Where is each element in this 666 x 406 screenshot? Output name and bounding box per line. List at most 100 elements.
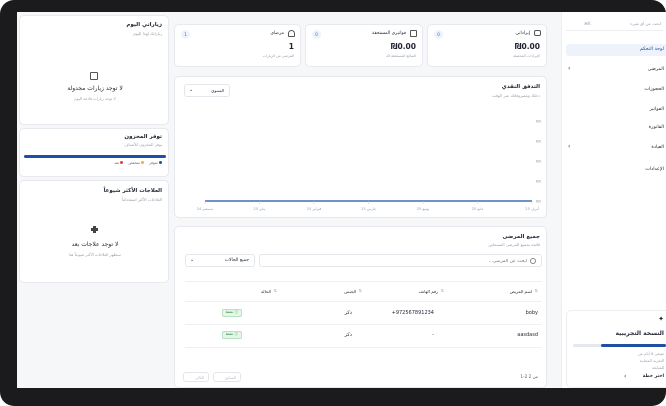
inventory-title: توفر المخزون [124, 134, 162, 140]
legend-available: متوفر [149, 161, 158, 165]
sidebar-search-placeholder: ابحث عن أي شيء [630, 21, 661, 26]
y-tick-label: ₪0 [536, 120, 542, 124]
sidebar-item-bookings[interactable]: الحجوزات [566, 84, 666, 96]
sort-icon: ⇅ [273, 288, 277, 293]
invoice-icon [410, 30, 417, 37]
visits-empty-title: لا توجد زيارات مجدولة [67, 85, 123, 92]
prev-page-button[interactable]: السابق [213, 372, 241, 382]
sidebar-item-invoice[interactable]: الفاتورة [566, 122, 666, 134]
trial-progress [573, 344, 666, 347]
inventory-card: توفر المخزون توفر المخزون للأصناف متوفر … [19, 128, 169, 177]
sidebar-item-dashboard[interactable]: لوحة التحكم [566, 44, 666, 56]
stat-patients-value: 1 [288, 42, 294, 51]
sidebar-item-label: الحجوزات [644, 87, 664, 92]
cell-phone: +972567891234 [391, 310, 434, 316]
table-top-divider [185, 281, 542, 282]
status-badge: نشط ⓘ [221, 331, 242, 339]
treatments-empty-title: لا توجد علاجات بعد [71, 241, 119, 248]
patient-search-field[interactable] [259, 254, 542, 267]
patient-search-input[interactable] [277, 257, 527, 265]
choose-plan-label: اختر خطة [642, 374, 664, 379]
table-row[interactable]: aasdasd - ذكر نشط ⓘ [185, 325, 542, 347]
sidebar-item-label: الفاتورة [648, 125, 664, 130]
x-tick-label: مايو 25 [472, 207, 484, 211]
stat-card-patients: مرضاي 1 1 المرضى من الزيارات [174, 24, 301, 67]
sidebar-item-settings[interactable]: الإعدادات [566, 164, 666, 176]
column-header-gender[interactable]: الجنس [344, 289, 356, 294]
sort-icon: ⇅ [534, 288, 538, 293]
search-icon [530, 258, 536, 264]
stat-patients-label: مرضاي [270, 31, 284, 36]
sidebar-item-patients[interactable]: ‹ المرضى [566, 64, 666, 76]
trial-line1: متبقي 6 أيام من [637, 351, 664, 356]
sidebar-item-label: لوحة التحكم [639, 47, 664, 52]
stat-card-revenue: إيراداتي 0 ₪0.00 الإيرادات المحصلة [427, 24, 547, 67]
visits-title: زياراتي اليوم [126, 22, 162, 28]
cell-gender: ذكر [344, 332, 352, 338]
y-tick-label: ₪0 [536, 140, 542, 144]
y-tick-label: ₪0 [536, 200, 542, 204]
treatments-card: العلاجات الأكثر شيوعاً العلاجات الأكثر ا… [19, 180, 169, 283]
x-tick-label: أبريل 25 [525, 206, 538, 211]
cell-patient-name: boby [525, 310, 538, 316]
y-tick-label: ₪0 [536, 160, 542, 164]
sort-icon: ⇅ [440, 288, 444, 293]
trial-title: النسخة التجريبية [615, 330, 664, 337]
sidebar-item-label: الإعدادات [645, 167, 664, 172]
sidebar-item-label: الفواتير [649, 107, 664, 112]
stat-card-invoices: فواتيري المستحقة 0 ₪0.00 المبالغ المستحق… [305, 24, 423, 67]
sort-icon: ⇅ [358, 288, 362, 293]
status-badge-label: نشط [225, 310, 234, 314]
trial-line2: التجربة المجانية [639, 358, 664, 363]
sidebar-item-label: العيادة [651, 145, 664, 150]
status-badge-label: نشط [225, 332, 234, 336]
choose-plan-link[interactable]: ‹ اختر خطة [624, 373, 664, 382]
sidebar-item-label: المرضى [647, 67, 664, 72]
sidebar-search[interactable]: ⌘K ابحث عن أي شيء [566, 17, 663, 31]
cell-gender: ذكر [344, 310, 352, 316]
legend-dot-available [159, 161, 162, 164]
cell-phone: - [432, 332, 434, 338]
column-header-name[interactable]: اسم المريض [510, 289, 532, 294]
treatment-icon [91, 226, 98, 233]
next-page-button[interactable]: التالي [183, 372, 209, 382]
star-icon: ✦ [658, 315, 664, 323]
stat-invoices-sub: المبالغ المستحقة لك [385, 54, 416, 58]
patients-title: جميع المرضى [502, 234, 540, 240]
users-icon [288, 30, 295, 37]
visits-card: زياراتي اليوم زياراتك لهذا اليوم لا توجد… [19, 15, 169, 125]
row-divider [185, 347, 542, 348]
legend-low: منخفض [128, 161, 140, 165]
trial-card: ✦ النسخة التجريبية متبقي 6 أيام من التجر… [566, 310, 666, 388]
stat-invoices-label: فواتيري المستحقة [372, 31, 406, 36]
chevron-down-icon: ⌄ [190, 257, 195, 263]
device-frame: زياراتي اليوم زياراتك لهذا اليوم لا توجد… [0, 0, 666, 406]
sidebar-item-clinic[interactable]: ‹ العيادة [566, 142, 666, 154]
visits-subtitle: زياراتك لهذا اليوم [133, 31, 162, 36]
cashflow-chart: ₪0 ₪0 ₪0 ₪0 ₪0 أبريل 25 مايو 25 يونيو 25 مارس 25… [197, 120, 542, 212]
status-filter-select[interactable]: جميع الحالات ⌄ [185, 254, 255, 267]
treatments-subtitle: العلاجات الأكثر استخداماً [121, 197, 162, 202]
x-tick-label: يناير 25 [254, 207, 266, 211]
column-header-status[interactable]: الحالة [261, 289, 271, 294]
legend-dot-low [141, 161, 145, 164]
column-header-phone[interactable]: رقم الهاتف [419, 289, 438, 294]
stat-revenue-sub: الإيرادات المحصلة [513, 54, 540, 58]
x-tick-label: فبراير 25 [307, 207, 322, 211]
search-shortcut: ⌘K [584, 21, 591, 26]
status-filter-value: جميع الحالات [224, 258, 249, 263]
next-page-label: التالي [195, 375, 204, 380]
revenue-icon [534, 30, 541, 36]
legend-dot-out [120, 161, 124, 164]
sidebar-item-invoices[interactable]: الفواتير [566, 104, 666, 116]
stat-invoices-badge: 0 [312, 30, 321, 39]
treatments-empty-sub: ستظهر العلاجات الأكثر شيوعاً هنا [69, 252, 121, 257]
sidebar: ⌘K ابحث عن أي شيء لوحة التحكم ‹ المرضى ا… [561, 12, 666, 388]
stat-patients-sub: المرضى من الزيارات [262, 54, 294, 58]
pagination-info: 1-2 من 2 [520, 374, 538, 379]
table-row[interactable]: boby +972567891234 ذكر نشط ⓘ [185, 302, 542, 324]
stat-revenue-value: ₪0.00 [514, 42, 540, 51]
stat-revenue-label: إيراداتي [515, 31, 531, 36]
trial-progress-fill [600, 344, 666, 347]
stat-invoices-value: ₪0.00 [390, 42, 416, 51]
